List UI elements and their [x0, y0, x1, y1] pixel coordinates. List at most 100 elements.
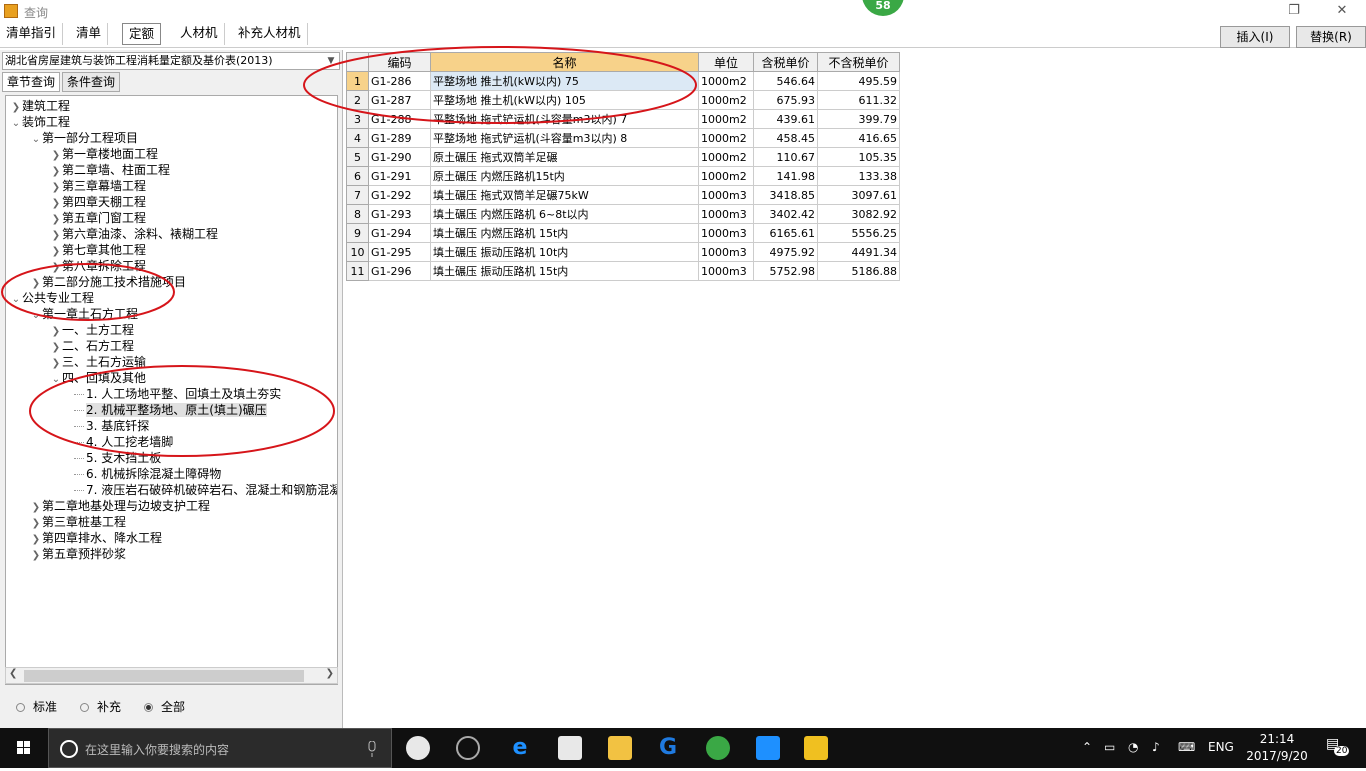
- cell-unit[interactable]: 1000m3: [698, 242, 754, 262]
- chevron-down-icon[interactable]: ⌄: [30, 132, 42, 148]
- tree-leaf-selected[interactable]: 2. 机械平整场地、原土(填土)碾压: [74, 402, 267, 418]
- cell-tax-price[interactable]: 675.93: [753, 90, 818, 110]
- cell-code[interactable]: G1-291: [368, 166, 431, 186]
- store-icon[interactable]: [558, 736, 582, 760]
- cell-code[interactable]: G1-293: [368, 204, 431, 224]
- battery-icon[interactable]: ▭: [1104, 740, 1115, 754]
- taskbar-search-box[interactable]: 在这里输入你要搜索的内容: [48, 728, 392, 768]
- tree-leaf[interactable]: 4. 人工挖老墙脚: [74, 434, 173, 450]
- restore-icon[interactable]: ❐: [1284, 2, 1304, 20]
- notes-app-icon[interactable]: [804, 736, 828, 760]
- chevron-down-icon[interactable]: ⌄: [10, 292, 22, 308]
- tree-leaf[interactable]: 7. 液压岩石破碎机破碎岩石、混凝土和钢筋混凝: [74, 482, 337, 498]
- language-indicator[interactable]: ENG: [1208, 740, 1234, 754]
- cell-name[interactable]: 平整场地 拖式铲运机(斗容量m3以内) 7: [430, 109, 699, 129]
- column-header-code[interactable]: 编码: [368, 52, 431, 72]
- tree-node[interactable]: ❯ 第五章预拌砂浆: [30, 546, 126, 562]
- cell-tax-price[interactable]: 6165.61: [753, 223, 818, 243]
- tree-node[interactable]: ❯ 第三章幕墙工程: [50, 178, 146, 194]
- taskbar-clock[interactable]: 21:14 2017/9/20: [1246, 731, 1308, 765]
- insert-button[interactable]: 插入(I): [1220, 26, 1290, 48]
- replace-button[interactable]: 替换(R): [1296, 26, 1366, 48]
- cell-code[interactable]: G1-289: [368, 128, 431, 148]
- tree-node[interactable]: ❯ 第二章地基处理与边坡支护工程: [30, 498, 210, 514]
- keyboard-icon[interactable]: ⌨: [1178, 740, 1195, 754]
- cell-tax-price[interactable]: 439.61: [753, 109, 818, 129]
- cell-code[interactable]: G1-290: [368, 147, 431, 167]
- tree-node[interactable]: ⌄ 第一部分工程项目: [30, 130, 138, 146]
- tree-node[interactable]: ⌄ 公共专业工程: [10, 290, 94, 306]
- cell-notax-price[interactable]: 495.59: [817, 71, 900, 91]
- scroll-left-icon[interactable]: ❮: [9, 668, 17, 679]
- chevron-down-icon[interactable]: ▼: [325, 53, 337, 69]
- table-row[interactable]: 11 G1-296 填土碾压 振动压路机 15t内 1000m3 5752.98 5186…: [346, 261, 900, 281]
- cell-notax-price[interactable]: 399.79: [817, 109, 900, 129]
- tree-node[interactable]: ❯ 第四章天棚工程: [50, 194, 146, 210]
- tab-supplement-labor-material[interactable]: 补充人材机: [232, 23, 308, 45]
- row-index[interactable]: 8: [346, 204, 369, 224]
- cell-name[interactable]: 填土碾压 振动压路机 15t内: [430, 261, 699, 281]
- cell-code[interactable]: G1-296: [368, 261, 431, 281]
- taskview-icon[interactable]: [406, 736, 430, 760]
- cell-name[interactable]: 平整场地 推土机(kW以内) 105: [430, 90, 699, 110]
- cell-unit[interactable]: 1000m2: [698, 109, 754, 129]
- radio-all[interactable]: 全部: [144, 698, 185, 715]
- radio-icon[interactable]: [80, 703, 89, 712]
- tab-list[interactable]: 清单: [70, 23, 109, 45]
- table-row[interactable]: 6 G1-291 原土碾压 内燃压路机15t内 1000m2 141.98 133.38: [346, 166, 900, 186]
- tree-node[interactable]: ❯ 第二部分施工技术措施项目: [30, 274, 186, 290]
- table-row[interactable]: 1 G1-286 平整场地 推土机(kW以内) 75 1000m2 546.64 495.…: [346, 71, 900, 91]
- table-row[interactable]: 2 G1-287 平整场地 推土机(kW以内) 105 1000m2 675.93 611…: [346, 90, 900, 110]
- row-index[interactable]: 10: [346, 242, 369, 262]
- radio-selected-icon[interactable]: [144, 703, 153, 712]
- cell-name[interactable]: 填土碾压 内燃压路机 15t内: [430, 223, 699, 243]
- tree-node[interactable]: ❯ 二、石方工程: [50, 338, 134, 354]
- row-index[interactable]: 2: [346, 90, 369, 110]
- cell-notax-price[interactable]: 5556.25: [817, 223, 900, 243]
- tree-node[interactable]: ❯ 第二章墙、柱面工程: [50, 162, 170, 178]
- cell-tax-price[interactable]: 4975.92: [753, 242, 818, 262]
- cell-notax-price[interactable]: 105.35: [817, 147, 900, 167]
- tab-chapter-query[interactable]: 章节查询: [2, 72, 61, 92]
- tree-node[interactable]: ⌄ 四、回填及其他: [50, 370, 146, 386]
- row-index[interactable]: 4: [346, 128, 369, 148]
- quota-library-select[interactable]: 湖北省房屋建筑与装饰工程消耗量定额及基价表(2013) ▼: [2, 52, 340, 70]
- cell-tax-price[interactable]: 141.98: [753, 166, 818, 186]
- tree-node[interactable]: ❯ 建筑工程: [10, 98, 70, 114]
- tree-node[interactable]: ❯ 第八章拆除工程: [50, 258, 146, 274]
- cell-tax-price[interactable]: 458.45: [753, 128, 818, 148]
- tree-node[interactable]: ⌄ 第一章土石方工程: [30, 306, 138, 322]
- windows-start-icon[interactable]: [0, 728, 48, 768]
- row-index[interactable]: 6: [346, 166, 369, 186]
- cell-name[interactable]: 填土碾压 内燃压路机 6~8t以内: [430, 204, 699, 224]
- chevron-down-icon[interactable]: ⌄: [50, 372, 62, 388]
- chevron-down-icon[interactable]: ⌄: [30, 308, 42, 324]
- tree-node[interactable]: ❯ 第四章排水、降水工程: [30, 530, 162, 546]
- wifi-icon[interactable]: ◔: [1128, 740, 1138, 754]
- tree-node[interactable]: ❯ 第五章门窗工程: [50, 210, 146, 226]
- table-row[interactable]: 8 G1-293 填土碾压 内燃压路机 6~8t以内 1000m3 3402.42 308…: [346, 204, 900, 224]
- row-index[interactable]: 1: [346, 71, 369, 91]
- tab-labor-material[interactable]: 人材机: [174, 23, 225, 45]
- tree-leaf[interactable]: 3. 基底钎探: [74, 418, 149, 434]
- cell-notax-price[interactable]: 611.32: [817, 90, 900, 110]
- cell-code[interactable]: G1-292: [368, 185, 431, 205]
- tree-node[interactable]: ⌄ 装饰工程: [10, 114, 70, 130]
- tab-condition-query[interactable]: 条件查询: [62, 72, 121, 92]
- column-header-notax-price[interactable]: 不含税单价: [817, 52, 900, 72]
- table-row[interactable]: 4 G1-289 平整场地 拖式铲运机(斗容量m3以内) 8 1000m2 458.45…: [346, 128, 900, 148]
- cell-name[interactable]: 填土碾压 拖式双筒羊足碾75kW: [430, 185, 699, 205]
- cell-name[interactable]: 平整场地 拖式铲运机(斗容量m3以内) 8: [430, 128, 699, 148]
- horizontal-scrollbar[interactable]: ❮ ❯: [5, 667, 338, 684]
- cell-tax-price[interactable]: 110.67: [753, 147, 818, 167]
- cell-unit[interactable]: 1000m2: [698, 128, 754, 148]
- tree-node[interactable]: ❯ 三、土石方运输: [50, 354, 146, 370]
- app-swirl-icon[interactable]: [456, 736, 480, 760]
- cell-notax-price[interactable]: 3082.92: [817, 204, 900, 224]
- cell-name[interactable]: 原土碾压 内燃压路机15t内: [430, 166, 699, 186]
- tree-node[interactable]: ❯ 第七章其他工程: [50, 242, 146, 258]
- cell-tax-price[interactable]: 5752.98: [753, 261, 818, 281]
- tree-node[interactable]: ❯ 第一章楼地面工程: [50, 146, 158, 162]
- tree-node[interactable]: ❯ 第六章油漆、涂料、裱糊工程: [50, 226, 218, 242]
- notification-center-icon[interactable]: ▤ 20: [1322, 736, 1350, 758]
